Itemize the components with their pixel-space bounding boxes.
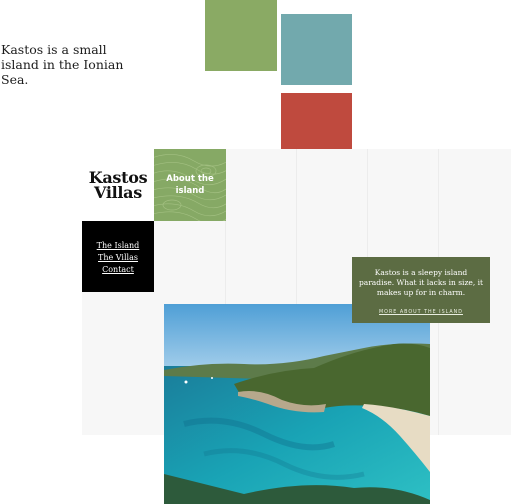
island-bay-photo xyxy=(164,304,430,504)
logo-line-2: Villas xyxy=(94,183,142,202)
nav-link-the-island[interactable]: The Island xyxy=(97,240,140,252)
about-the-island-tile[interactable]: About the island xyxy=(154,149,226,221)
island-info-card: Kastos is a sleepy island paradise. What… xyxy=(352,257,490,323)
info-card-text: Kastos is a sleepy island paradise. What… xyxy=(358,268,484,297)
intro-text: Kastos is a small island in the Ionian S… xyxy=(1,42,124,87)
logo[interactable]: Kastos Villas xyxy=(82,149,154,221)
green-square xyxy=(205,0,277,71)
about-label: About the island xyxy=(166,174,214,196)
more-about-island-link[interactable]: MORE ABOUT THE ISLAND xyxy=(379,310,463,315)
nav-link-contact[interactable]: Contact xyxy=(102,264,134,276)
bay-photo-image xyxy=(164,304,430,504)
teal-square xyxy=(281,14,352,85)
main-nav: The Island The Villas Contact xyxy=(82,221,154,292)
nav-link-the-villas[interactable]: The Villas xyxy=(98,252,138,264)
